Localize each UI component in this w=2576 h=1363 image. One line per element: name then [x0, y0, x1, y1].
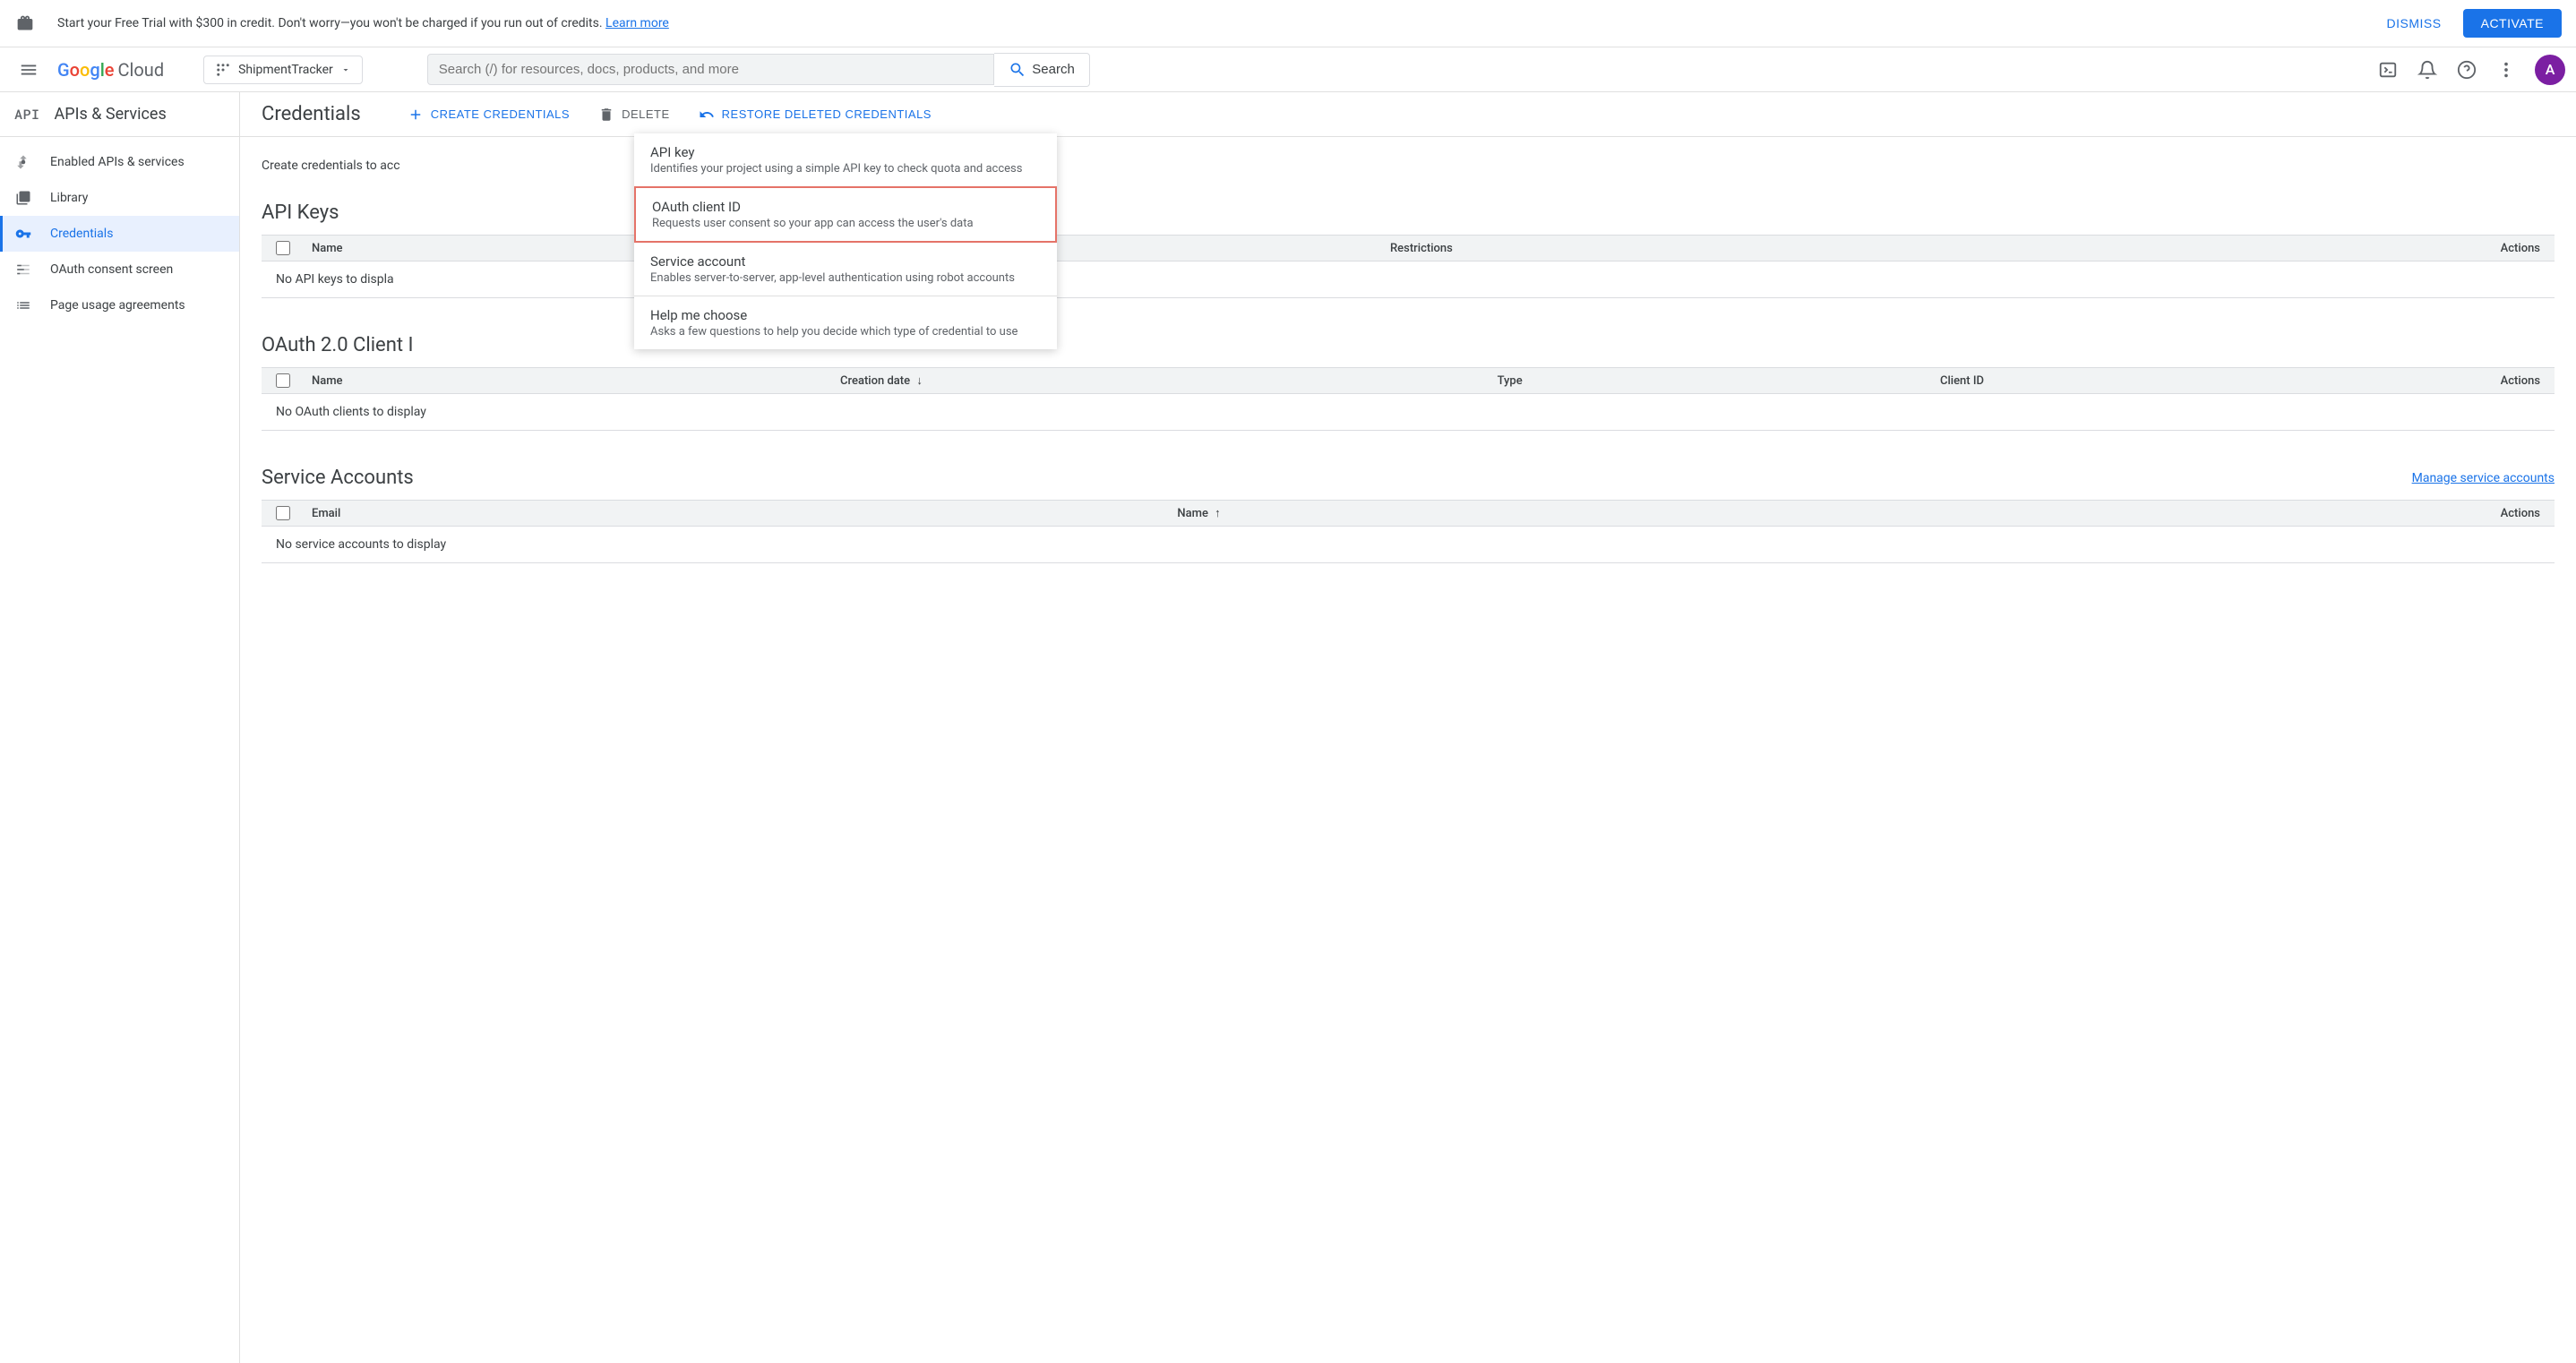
learn-more-link[interactable]: Learn more	[605, 16, 669, 30]
notifications-button[interactable]	[2409, 52, 2445, 88]
chevron-down-icon	[340, 64, 351, 75]
service-accounts-section: Service Accounts Manage service accounts…	[262, 467, 2555, 563]
more-vert-icon	[2496, 60, 2516, 80]
col-type[interactable]: Type	[1498, 374, 1926, 388]
section-title: API Keys	[262, 201, 339, 224]
col-actions: Actions	[2469, 507, 2540, 520]
menu-item-desc: Asks a few questions to help you decide …	[650, 325, 1041, 339]
arrow-up-icon: ↑	[1215, 507, 1221, 520]
agreements-icon	[14, 296, 32, 314]
arrow-down-icon: ↓	[916, 374, 923, 388]
sidebar-item-credentials[interactable]: Credentials	[0, 216, 239, 252]
empty-row: No API keys to displa	[262, 261, 2555, 298]
menu-item-desc: Identifies your project using a simple A…	[650, 162, 1041, 176]
col-email[interactable]: Email	[312, 507, 1163, 520]
section-title: Service Accounts	[262, 467, 414, 489]
menu-item-api-key[interactable]: API key Identifies your project using a …	[634, 133, 1057, 186]
col-client-id[interactable]: Client ID	[1940, 374, 2454, 388]
search-button[interactable]: Search	[994, 53, 1090, 87]
sidebar-item-oauth-consent[interactable]: OAuth consent screen	[0, 252, 239, 287]
project-selector[interactable]: ShipmentTracker	[203, 56, 363, 84]
col-restrictions[interactable]: Restrictions	[1390, 242, 2454, 255]
dismiss-button[interactable]: DISMISS	[2373, 9, 2456, 38]
select-all-checkbox[interactable]	[276, 241, 290, 255]
menu-item-desc: Requests user consent so your app can ac…	[652, 217, 1039, 230]
user-avatar[interactable]: A	[2535, 55, 2565, 85]
menu-item-title: OAuth client ID	[652, 199, 1039, 215]
sidebar-item-enabled-apis[interactable]: Enabled APIs & services	[0, 144, 239, 180]
search-container: Search	[427, 53, 1090, 87]
api-keys-table-header: Name Restrictions Actions	[262, 235, 2555, 261]
menu-item-title: Service account	[650, 253, 1041, 270]
select-all-checkbox[interactable]	[276, 506, 290, 520]
google-cloud-logo[interactable]: Google Cloud	[57, 59, 164, 81]
cloud-shell-button[interactable]	[2370, 52, 2406, 88]
sidebar-item-label: Library	[50, 191, 88, 205]
menu-icon	[19, 60, 39, 80]
delete-button[interactable]: DELETE	[595, 99, 674, 130]
col-name[interactable]: Name	[312, 374, 826, 388]
main-content: Credentials CREATE CREDENTIALS DELETE RE…	[240, 92, 2576, 1363]
menu-item-title: Help me choose	[650, 307, 1041, 323]
key-icon	[14, 225, 32, 243]
sidebar-item-library[interactable]: Library	[0, 180, 239, 216]
sidebar-item-label: Credentials	[50, 227, 113, 241]
oauth-table-header: Name Creation date ↓ Type Client ID Acti…	[262, 367, 2555, 394]
plus-icon	[408, 107, 424, 123]
enabled-apis-icon	[14, 153, 32, 171]
oauth-section: OAuth 2.0 Client I Name Creation date ↓ …	[262, 334, 2555, 431]
gift-icon	[14, 13, 36, 34]
banner-text: Start your Free Trial with $300 in credi…	[57, 16, 2373, 30]
activate-button[interactable]: ACTIVATE	[2463, 9, 2562, 38]
col-name[interactable]: Name ↑	[1177, 506, 2454, 520]
sidebar-header: API APIs & Services	[0, 92, 239, 137]
col-creation-date[interactable]: Creation date ↓	[840, 373, 1483, 388]
menu-item-title: API key	[650, 144, 1041, 160]
menu-item-desc: Enables server-to-server, app-level auth…	[650, 271, 1041, 285]
hamburger-menu-button[interactable]	[11, 52, 47, 88]
sidebar-item-agreements[interactable]: Page usage agreements	[0, 287, 239, 323]
create-credentials-dropdown: API key Identifies your project using a …	[634, 133, 1057, 349]
sidebar: API APIs & Services Enabled APIs & servi…	[0, 92, 240, 1363]
search-box[interactable]	[427, 54, 994, 85]
page-header: Credentials CREATE CREDENTIALS DELETE RE…	[240, 92, 2576, 137]
service-table-header: Email Name ↑ Actions	[262, 500, 2555, 527]
sidebar-item-label: OAuth consent screen	[50, 262, 173, 277]
project-name: ShipmentTracker	[238, 63, 333, 77]
col-actions: Actions	[2469, 242, 2540, 255]
project-icon	[215, 62, 231, 78]
terminal-icon	[2378, 60, 2398, 80]
section-title: OAuth 2.0 Client I	[262, 334, 414, 356]
menu-item-service-account[interactable]: Service account Enables server-to-server…	[634, 243, 1057, 296]
trial-banner: Start your Free Trial with $300 in credi…	[0, 0, 2576, 47]
help-icon	[2457, 60, 2477, 80]
help-button[interactable]	[2449, 52, 2485, 88]
page-title: Credentials	[262, 103, 361, 125]
menu-item-help-choose[interactable]: Help me choose Asks a few questions to h…	[634, 296, 1057, 349]
search-input[interactable]	[439, 62, 983, 77]
api-badge: API	[14, 106, 40, 124]
col-actions: Actions	[2469, 374, 2540, 388]
create-credentials-button[interactable]: CREATE CREDENTIALS	[404, 99, 573, 130]
manage-service-accounts-link[interactable]: Manage service accounts	[2412, 471, 2555, 485]
trash-icon	[598, 107, 614, 123]
api-keys-section: API Keys Name Restrictions Actions No AP…	[262, 201, 2555, 298]
library-icon	[14, 189, 32, 207]
menu-item-oauth-client-id[interactable]: OAuth client ID Requests user consent so…	[634, 186, 1057, 243]
search-icon	[1009, 61, 1026, 79]
restore-button[interactable]: RESTORE DELETED CREDENTIALS	[695, 99, 935, 130]
bell-icon	[2417, 60, 2437, 80]
empty-row: No service accounts to display	[262, 527, 2555, 563]
empty-row: No OAuth clients to display	[262, 394, 2555, 431]
sidebar-item-label: Page usage agreements	[50, 298, 185, 313]
sidebar-item-label: Enabled APIs & services	[50, 155, 185, 169]
select-all-checkbox[interactable]	[276, 373, 290, 388]
consent-icon	[14, 261, 32, 279]
more-button[interactable]	[2488, 52, 2524, 88]
restore-icon	[699, 107, 715, 123]
sidebar-title: APIs & Services	[55, 105, 167, 124]
app-header: Google Cloud ShipmentTracker Search A	[0, 47, 2576, 92]
intro-text: Create credentials to acc	[262, 159, 2555, 173]
